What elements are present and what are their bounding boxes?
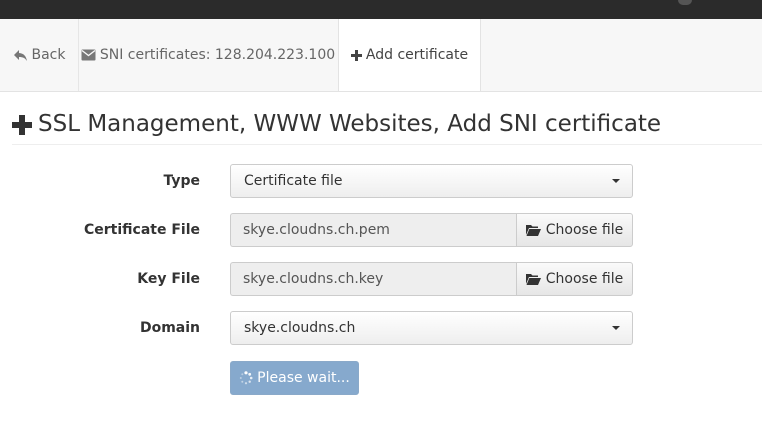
tab-back[interactable]: Back bbox=[0, 19, 79, 91]
key-choose-file-button[interactable]: Choose file bbox=[516, 262, 633, 296]
reply-icon bbox=[13, 49, 28, 62]
tab-add-certificate[interactable]: Add certificate bbox=[338, 19, 481, 91]
folder-open-icon bbox=[525, 273, 541, 285]
submit-button-label: Please wait... bbox=[257, 370, 350, 386]
certificate-choose-file-button[interactable]: Choose file bbox=[516, 213, 633, 247]
tab-back-label: Back bbox=[31, 47, 66, 63]
spinner-icon bbox=[239, 371, 253, 385]
type-label: Type bbox=[163, 173, 200, 189]
caret-down-icon bbox=[612, 326, 620, 330]
tab-sni-label: SNI certificates: 128.204.223.100 bbox=[99, 47, 336, 63]
domain-select-value: skye.cloudns.ch bbox=[244, 320, 356, 336]
envelope-icon bbox=[81, 49, 96, 61]
submit-button[interactable]: Please wait... bbox=[230, 361, 359, 395]
certificate-file-input[interactable]: skye.cloudns.ch.pem bbox=[230, 213, 516, 247]
domain-label: Domain bbox=[139, 320, 200, 336]
plus-icon bbox=[12, 106, 32, 142]
top-navbar bbox=[0, 0, 762, 19]
domain-row: Domain skye.cloudns.ch bbox=[0, 311, 762, 345]
key-file-input[interactable]: skye.cloudns.ch.key bbox=[230, 262, 516, 296]
tab-bar: Back SNI certificates: 128.204.223.100 A… bbox=[0, 19, 762, 92]
certificate-file-label: Certificate File bbox=[83, 222, 200, 238]
key-file-value: skye.cloudns.ch.key bbox=[243, 271, 384, 287]
plus-icon bbox=[350, 49, 362, 61]
key-file-label: Key File bbox=[137, 271, 200, 287]
user-icon[interactable] bbox=[678, 0, 692, 5]
key-choose-file-label: Choose file bbox=[545, 271, 624, 287]
folder-open-icon bbox=[525, 224, 541, 236]
type-select[interactable]: Certificate file bbox=[230, 164, 633, 198]
page-title-text: SSL Management, WWW Websites, Add SNI ce… bbox=[38, 111, 662, 137]
caret-down-icon bbox=[612, 179, 620, 183]
key-file-row: Key File skye.cloudns.ch.key Choose file bbox=[0, 262, 762, 296]
type-row: Type Certificate file bbox=[0, 164, 762, 198]
type-select-value: Certificate file bbox=[244, 173, 343, 189]
tab-add-label: Add certificate bbox=[365, 47, 469, 63]
certificate-file-value: skye.cloudns.ch.pem bbox=[243, 222, 390, 238]
page-title: SSL Management, WWW Websites, Add SNI ce… bbox=[12, 106, 762, 145]
tab-sni-certificates[interactable]: SNI certificates: 128.204.223.100 bbox=[79, 19, 337, 91]
domain-select[interactable]: skye.cloudns.ch bbox=[230, 311, 633, 345]
certificate-choose-file-label: Choose file bbox=[545, 222, 624, 238]
certificate-file-row: Certificate File skye.cloudns.ch.pem Cho… bbox=[0, 213, 762, 247]
